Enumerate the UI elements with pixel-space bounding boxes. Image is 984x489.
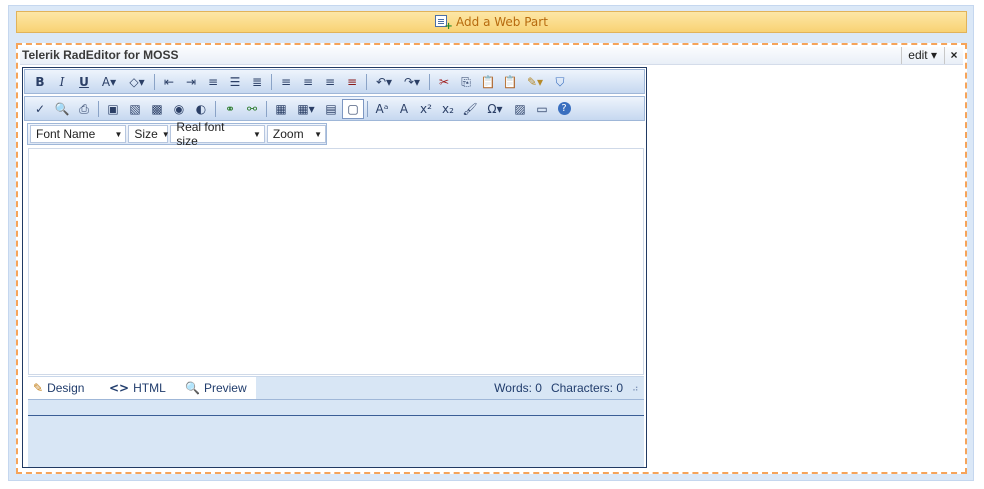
paste-special-button[interactable]: 📋 xyxy=(499,72,521,92)
toolbar-separator xyxy=(271,73,272,90)
format-button[interactable]: Aᵃ xyxy=(371,99,393,119)
toolbar-separator xyxy=(429,73,430,90)
redo-button[interactable]: ↷▾ xyxy=(398,72,426,92)
size-dropdown[interactable]: Size ▼ xyxy=(128,125,170,143)
toolbar-separator xyxy=(215,100,216,117)
justify-button[interactable]: ≡ xyxy=(341,72,363,92)
module-button[interactable]: ▭ xyxy=(531,99,553,119)
chevron-down-icon: ▼ xyxy=(161,129,170,139)
outdent-button[interactable]: ⇤ xyxy=(158,72,180,92)
rad-editor: B I U A▾ ◇▾ ⇤ ⇥ ≡ ☰ ≣ ≡ ≡ ≡ ≡ ↶▾ ↷▾ ✂ ⎘ … xyxy=(22,67,647,468)
underline-button[interactable]: U xyxy=(73,72,95,92)
image-map-button[interactable]: ▧ xyxy=(124,99,146,119)
media-button[interactable]: ◉ xyxy=(168,99,190,119)
font-name-label: Font Name xyxy=(36,127,96,141)
table-button[interactable]: ▦ xyxy=(270,99,292,119)
tab-preview[interactable]: 🔍 Preview xyxy=(180,377,252,399)
toolbar-separator xyxy=(266,100,267,117)
toolbar-row-2: ✓ 🔍 ⎙ ▣ ▧ ▩ ◉ ◐ ⚭ ⚯ ▦ ▦▾ ▤ ▢ Aᵃ A x² x₂ … xyxy=(24,96,645,121)
add-web-part-icon: + xyxy=(435,15,453,32)
toggle-border-button[interactable]: ▢ xyxy=(342,98,364,119)
dropdown-toolbar: Font Name ▼ Size ▼ Real font size ▼ Zoom ▼ xyxy=(27,120,327,148)
paragraph-button[interactable]: ≣ xyxy=(246,72,268,92)
toolbar-row-1: B I U A▾ ◇▾ ⇤ ⇥ ≡ ☰ ≣ ≡ ≡ ≡ ≡ ↶▾ ↷▾ ✂ ⎘ … xyxy=(24,69,645,94)
web-part-zone: + Add a Web Part Telerik RadEditor for M… xyxy=(8,5,974,481)
cut-button[interactable]: ✂ xyxy=(433,72,455,92)
toolbar-separator xyxy=(154,73,155,90)
font-name-dropdown[interactable]: Font Name ▼ xyxy=(30,125,127,143)
character-count: Characters: 0 xyxy=(550,381,623,395)
code-icon: <> xyxy=(109,381,130,395)
superscript-button[interactable]: x² xyxy=(415,99,437,119)
shield-icon[interactable]: ⛉ xyxy=(549,72,571,92)
symbols-button[interactable]: Ω▾ xyxy=(481,99,509,119)
size-label: Size xyxy=(134,127,158,141)
web-part-title-bar: Telerik RadEditor for MOSS edit ▾ × xyxy=(20,47,963,65)
print-button[interactable]: ⎙ xyxy=(73,99,95,119)
table-menu-button[interactable]: ▦▾ xyxy=(292,99,320,119)
editor-content-area[interactable] xyxy=(28,148,644,375)
form-button[interactable]: ▤ xyxy=(320,99,342,119)
tab-html[interactable]: <> HTML xyxy=(104,377,171,399)
toolbar-separator xyxy=(367,100,368,117)
web-part-frame: Telerik RadEditor for MOSS edit ▾ × B I … xyxy=(16,43,967,474)
special-button[interactable]: ▨ xyxy=(509,99,531,119)
add-web-part-button[interactable]: + Add a Web Part xyxy=(16,11,967,33)
edit-menu-button[interactable]: edit ▾ xyxy=(901,47,943,64)
real-font-size-dropdown[interactable]: Real font size ▼ xyxy=(170,120,265,148)
spellcheck-button[interactable]: ✓ xyxy=(29,99,51,119)
link-button[interactable]: ⚭ xyxy=(219,99,241,119)
add-web-part-label: Add a Web Part xyxy=(456,15,548,29)
chevron-down-icon: ▼ xyxy=(314,129,322,139)
unlink-button[interactable]: ⚯ xyxy=(241,99,263,119)
word-count: Words: 0 xyxy=(494,381,542,395)
mode-bar: ✎ Design <> HTML 🔍 Preview Words: 0 Char… xyxy=(28,376,644,399)
copy-button[interactable]: ⎘ xyxy=(455,72,477,92)
zoom-dropdown[interactable]: Zoom ▼ xyxy=(266,125,326,143)
resize-grip-icon[interactable]: ⠴ xyxy=(632,383,640,393)
unordered-list-button[interactable]: ☰ xyxy=(224,72,246,92)
tab-design[interactable]: ✎ Design xyxy=(28,377,90,399)
footer-divider xyxy=(28,415,644,416)
editor-footer xyxy=(28,399,644,467)
bold-button[interactable]: B xyxy=(29,72,51,92)
align-right-button[interactable]: ≡ xyxy=(319,72,341,92)
subscript-button[interactable]: x₂ xyxy=(437,99,459,119)
zoom-label: Zoom xyxy=(272,127,304,141)
chevron-down-icon: ▼ xyxy=(114,129,123,139)
ordered-list-button[interactable]: ≡ xyxy=(202,72,224,92)
indent-button[interactable]: ⇥ xyxy=(180,72,202,92)
toolbar-separator xyxy=(366,73,367,90)
undo-button[interactable]: ↶▾ xyxy=(370,72,398,92)
italic-button[interactable]: I xyxy=(51,72,73,92)
tab-design-label: Design xyxy=(47,381,85,395)
align-center-button[interactable]: ≡ xyxy=(297,72,319,92)
find-replace-button[interactable]: 🔍 xyxy=(51,99,73,119)
close-icon[interactable]: × xyxy=(944,47,963,64)
tab-html-label: HTML xyxy=(133,381,166,395)
image-button[interactable]: ▩ xyxy=(146,99,168,119)
status-bar: Words: 0 Characters: 0 ⠴ xyxy=(494,377,640,399)
backcolor-button[interactable]: ◇▾ xyxy=(123,72,151,92)
magnifier-icon: 🔍 xyxy=(185,381,200,395)
font-size-change-button[interactable]: A xyxy=(393,99,415,119)
format-stripper-button[interactable]: ✎▾ xyxy=(521,72,549,92)
help-icon[interactable]: ? xyxy=(553,99,575,119)
real-font-size-label: Real font size xyxy=(176,120,225,148)
align-left-button[interactable]: ≡ xyxy=(275,72,297,92)
paste-button[interactable]: 📋 xyxy=(477,72,499,92)
pencil-icon: ✎ xyxy=(33,381,44,395)
web-part-title: Telerik RadEditor for MOSS xyxy=(22,48,179,62)
forecolor-button[interactable]: A▾ xyxy=(95,72,123,92)
format-painter-button[interactable]: 🖌 xyxy=(459,99,481,119)
flash-button[interactable]: ◐ xyxy=(190,99,212,119)
image-manager-button[interactable]: ▣ xyxy=(102,99,124,119)
tab-preview-label: Preview xyxy=(203,381,247,395)
chevron-down-icon: ▼ xyxy=(252,129,261,139)
toolbar-separator xyxy=(98,100,99,117)
